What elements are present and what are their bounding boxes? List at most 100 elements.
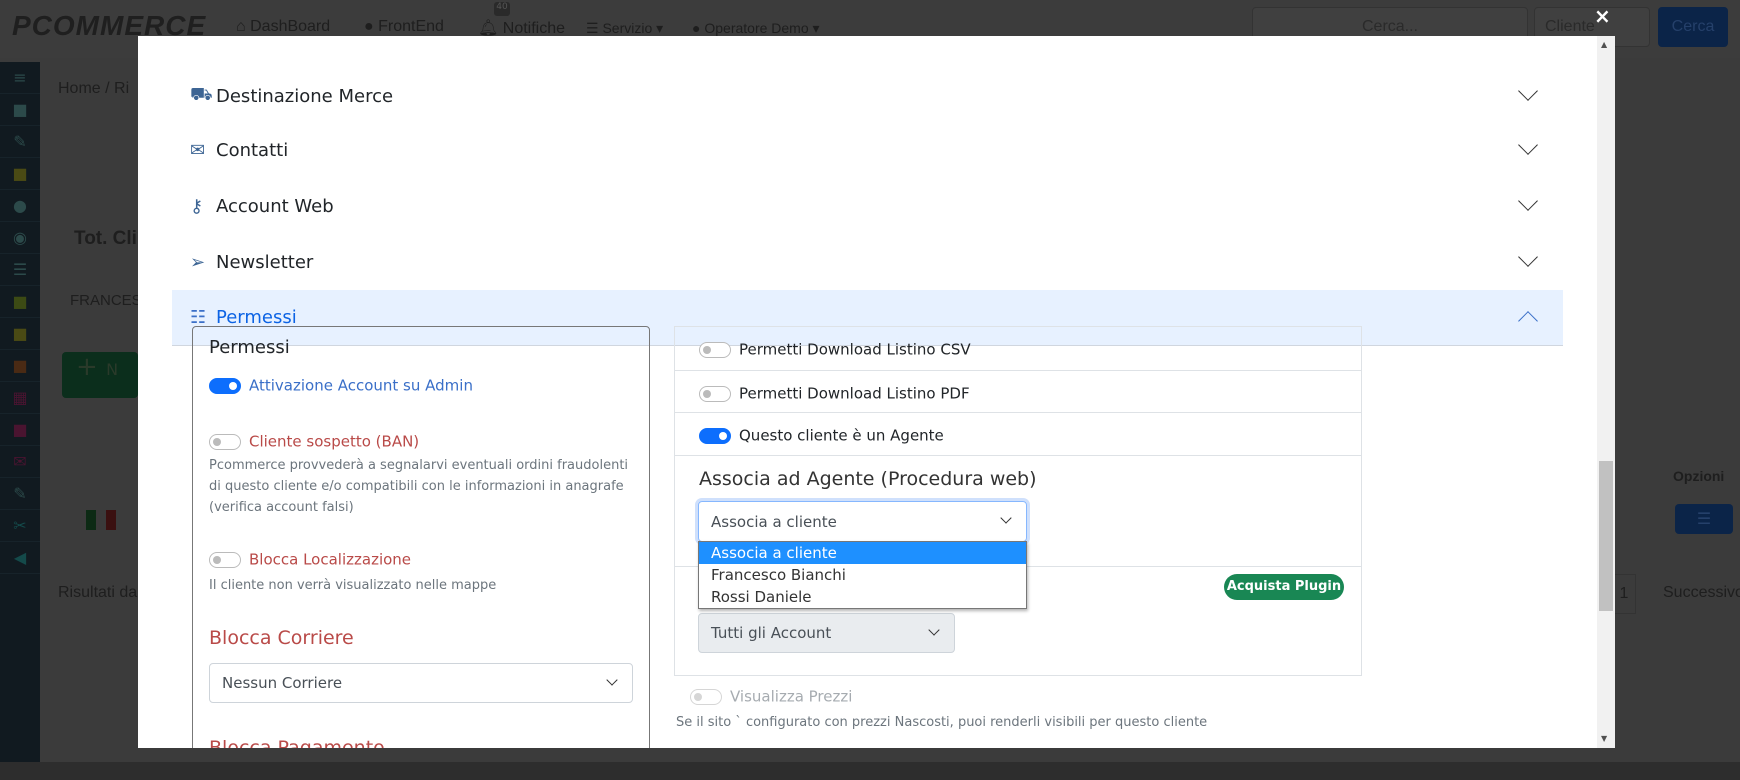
section-destinazione-merce[interactable]: ⛟ Destinazione Merce [172,68,1563,124]
agent-dropdown-list: Associa a cliente Francesco Bianchi Ross… [698,541,1027,609]
dropdown-option[interactable]: Associa a cliente [699,542,1026,564]
calculator-icon[interactable]: ▦ [0,382,40,414]
nav-notifiche[interactable]: 🔔︎ Notifiche [478,18,565,38]
toggle-label: Visualizza Prezzi [730,687,853,706]
results-text: Risultati da [58,584,138,601]
section-newsletter[interactable]: ➢ Newsletter [172,234,1563,290]
pencil-icon[interactable]: ✎ [0,478,40,510]
description-line: di questo cliente e/o compatibili con le… [209,479,624,494]
card-title: Permessi [209,337,290,358]
buy-plugin-badge[interactable]: Acquista Plugin [1224,574,1344,600]
sliders-icon: ☷ [190,307,207,328]
scroll-up-icon[interactable]: ▲ [1601,40,1607,49]
dropdown-option[interactable]: Rossi Daniele [699,586,1026,608]
description-line: (verifica account falsi) [209,500,354,515]
pdf-row: Permetti Download Listino PDF [675,371,1361,413]
chevron-down-icon [1518,247,1538,267]
section-contatti[interactable]: ✉ Contatti [172,122,1563,178]
toggle-label: Blocca Localizzazione [249,550,412,569]
italy-flag-icon [86,510,116,530]
new-client-button[interactable]: + N [62,352,138,398]
bag-icon[interactable]: ■ [0,94,40,126]
shopping-bag-icon[interactable]: ■ [0,318,40,350]
ban-description: Pcommerce provvederà a segnalarvi eventu… [209,455,628,518]
nav-label: Notifiche [502,20,566,37]
chevron-down-icon [1518,135,1538,155]
select-value: Nessun Corriere [222,674,343,692]
select-value: Associa a cliente [711,512,837,531]
accounts-select[interactable]: Tutti gli Account [698,613,955,653]
chevron-down-icon [1518,81,1538,101]
scroll-down-icon[interactable]: ▼ [1601,734,1607,743]
prices-toggle-row: Visualizza Prezzi [690,686,852,706]
archive-icon[interactable]: ■ [0,414,40,446]
prices-toggle[interactable] [690,688,722,705]
column-header-options: Opzioni [1673,468,1725,484]
geo-toggle-row: Blocca Localizzazione [209,549,411,569]
menu-icon[interactable]: ≡ [0,62,40,94]
wrench-icon[interactable]: ✎ [0,126,40,158]
courier-select[interactable]: Nessun Corriere [209,663,633,703]
globe-icon[interactable]: ◉ [0,222,40,254]
scrollbar-thumb[interactable] [1599,461,1613,611]
search-button[interactable]: Cerca [1658,7,1728,47]
courier-title: Blocca Corriere [209,627,354,649]
permissions-card: Permessi Attivazione Account su Admin Cl… [192,326,650,748]
breadcrumb: Home / Ri [58,80,130,97]
pdf-toggle[interactable] [699,385,731,402]
mail-icon[interactable]: ✉ [0,446,40,478]
client-modal: ⛟ Destinazione Merce ✉ Contatti ⚷ Account W… [138,36,1615,748]
nav-dashboard[interactable]: ⌂ DashBoard [236,18,330,36]
nav-label: Servizio [602,20,653,36]
options-button[interactable]: ☰ [1675,504,1733,534]
section-label: Permessi [216,307,297,328]
envelope-icon: ✉ [190,139,206,161]
section-label: Contatti [216,139,289,161]
truck-icon: ⛟ [190,84,213,105]
chevron-down-icon [928,624,940,636]
close-icon[interactable]: × [1594,4,1611,28]
megaphone-icon[interactable]: ◀ [0,542,40,574]
page-1[interactable]: 1 [1612,574,1636,614]
ban-toggle[interactable] [209,433,241,450]
toggle-label: Attivazione Account su Admin [249,376,473,395]
agent-select[interactable]: Associa a cliente [698,501,1027,542]
notification-badge: 40 [494,2,510,16]
agent-row: Questo cliente è un Agente [675,413,1361,456]
chevron-down-icon [1000,512,1012,524]
document-icon[interactable]: ■ [0,158,40,190]
modal-scrollbar[interactable]: ▲ ▼ [1597,36,1615,748]
next-page[interactable]: Successivo [1663,584,1740,602]
scissors-icon[interactable]: ✂ [0,510,40,542]
section-label: Newsletter [216,251,314,273]
prices-description: Se il sito ` configurato con prezzi Nasc… [676,715,1208,730]
list-icon[interactable]: ☰ [0,254,40,286]
geo-description: Il cliente non verrà visualizzato nelle … [209,578,497,593]
toggle-label: Permetti Download Listino CSV [739,340,971,359]
footer-bar [0,762,1740,780]
nav-servizio[interactable]: ☰ Servizio ▾ [586,20,663,37]
truck-icon[interactable]: ■ [0,286,40,318]
chevron-down-icon [1518,191,1538,211]
button-label: N [106,360,119,379]
invoice-icon[interactable]: ■ [0,350,40,382]
users-icon[interactable]: ● [0,190,40,222]
section-label: Destinazione Merce [216,85,394,107]
activation-toggle-row: Attivazione Account su Admin [209,375,473,395]
agent-toggle[interactable] [699,427,731,444]
select-value: Tutti gli Account [711,624,832,642]
csv-toggle[interactable] [699,341,731,358]
nav-frontend[interactable]: ● FrontEnd [364,18,444,36]
sidebar: ≡ ■ ✎ ■ ● ◉ ☰ ■ ■ ■ ▦ ■ ✉ ✎ ✂ ◀ [0,62,40,780]
paper-plane-icon: ➢ [190,251,206,273]
geo-toggle[interactable] [209,551,241,568]
dropdown-option[interactable]: Francesco Bianchi [699,564,1026,586]
csv-row: Permetti Download Listino CSV [675,327,1361,371]
nav-operator[interactable]: ● Operatore Demo ▾ [692,20,820,37]
nav-label: Operatore Demo [704,20,809,36]
chevron-up-icon [1518,311,1538,331]
toggle-label: Permetti Download Listino PDF [739,384,970,403]
nav-label: FrontEnd [378,18,444,35]
section-account-web[interactable]: ⚷ Account Web [172,178,1563,234]
activation-toggle[interactable] [209,377,241,394]
